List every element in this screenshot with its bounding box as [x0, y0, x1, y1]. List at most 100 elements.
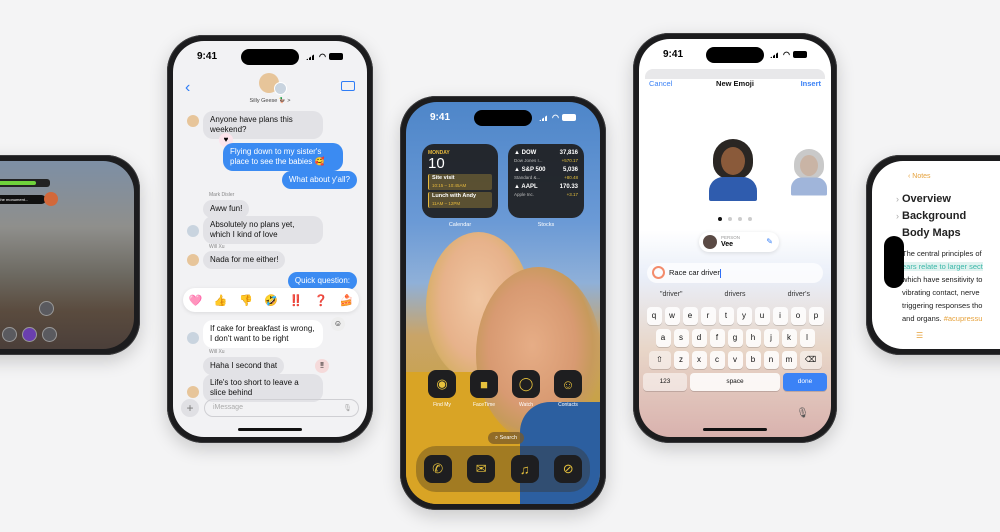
page-dot[interactable] [738, 217, 742, 221]
key-p[interactable]: p [808, 307, 824, 325]
edit-pencil-icon[interactable]: ✎ [766, 237, 773, 246]
game-button-dodge[interactable] [39, 301, 54, 316]
home-search-button[interactable]: ⌕ Search [488, 432, 524, 444]
predictive-suggestion[interactable]: drivers [725, 291, 746, 298]
avatar [187, 225, 199, 237]
key-h[interactable]: h [745, 329, 761, 347]
genmoji-prompt-input[interactable]: Race car driver [647, 263, 823, 283]
avatar [187, 115, 199, 127]
tapback-option[interactable]: 👎 [239, 294, 253, 307]
battery-icon [562, 114, 576, 121]
game-button-swap[interactable] [42, 327, 57, 342]
dictation-mic-icon[interactable]: 🎙 [796, 408, 809, 419]
dock-icon-safari[interactable]: ⊘ [554, 455, 583, 483]
key-l[interactable]: l [799, 329, 815, 347]
app-icon-contacts[interactable]: ☺ [554, 370, 582, 398]
message-bubble[interactable]: Life's too short to leave a slice behind [203, 374, 323, 402]
game-button-jump[interactable] [2, 327, 17, 342]
page-dot[interactable] [718, 217, 722, 221]
key-v[interactable]: v [727, 351, 743, 369]
key-z[interactable]: z [673, 351, 689, 369]
tapback-option[interactable]: ‼️ [289, 294, 303, 307]
genmoji-preview-next[interactable] [791, 149, 827, 196]
key-u[interactable]: u [754, 307, 770, 325]
page-dots[interactable] [639, 217, 831, 221]
key-r[interactable]: r [700, 307, 716, 325]
key-d[interactable]: d [691, 329, 707, 347]
message-bubble[interactable]: Nada for me either! [203, 251, 286, 269]
page-dot[interactable] [748, 217, 752, 221]
collapse-chevron-icon[interactable]: › [896, 194, 899, 204]
game-button-special[interactable] [22, 327, 37, 342]
key-a[interactable]: a [655, 329, 671, 347]
message-bubble[interactable]: What about y'all? [281, 171, 357, 189]
tapback-option[interactable]: 🤣 [264, 294, 278, 307]
note-heading[interactable]: Background [902, 210, 966, 222]
dynamic-island [884, 236, 904, 288]
key-q[interactable]: q [646, 307, 662, 325]
key-c[interactable]: c [709, 351, 725, 369]
dock-icon-mail[interactable]: ✉ [467, 455, 496, 483]
shift-key[interactable]: ⇧ [648, 351, 671, 369]
key-g[interactable]: g [727, 329, 743, 347]
dock-icon-phone[interactable]: ✆ [423, 455, 452, 483]
group-name[interactable]: Silly Geese 🦆 > [173, 98, 367, 104]
home-indicator [703, 428, 767, 431]
predictive-suggestion[interactable]: driver's [788, 291, 810, 298]
key-n[interactable]: n [763, 351, 779, 369]
tapback-option[interactable]: ❓ [314, 294, 328, 307]
collapse-chevron-icon[interactable]: › [896, 211, 899, 221]
message-bubble[interactable]: Haha I second that [203, 357, 285, 375]
key-t[interactable]: t [718, 307, 734, 325]
plus-button[interactable]: + [181, 399, 199, 417]
key-i[interactable]: i [772, 307, 788, 325]
app-icon-facetime[interactable]: ■ [470, 370, 498, 398]
done-key[interactable]: done [783, 373, 827, 391]
predictive-suggestion[interactable]: "driver" [660, 291, 682, 298]
genmoji-preview[interactable] [709, 139, 757, 201]
app-label: FaceTime [472, 402, 496, 408]
tapback-option[interactable]: 🩷 [189, 294, 203, 307]
key-o[interactable]: o [790, 307, 806, 325]
insert-button[interactable]: Insert [801, 79, 821, 88]
key-x[interactable]: x [691, 351, 707, 369]
key-k[interactable]: k [781, 329, 797, 347]
numbers-key[interactable]: 123 [643, 373, 687, 391]
predictive-bar: "driver" drivers driver's [639, 291, 831, 298]
hashtag[interactable]: #acupressu [944, 314, 983, 323]
key-s[interactable]: s [673, 329, 689, 347]
app-icon-watch[interactable]: ◯ [512, 370, 540, 398]
tapback-option[interactable]: 👍 [214, 294, 228, 307]
notes-back-button[interactable]: ‹ Notes [908, 173, 931, 180]
key-j[interactable]: j [763, 329, 779, 347]
checklist-icon[interactable]: ☰ [916, 331, 923, 340]
key-y[interactable]: y [736, 307, 752, 325]
keyboard-row: ⇧ z x c v b n m ⌫ [643, 351, 827, 369]
back-chevron-icon[interactable]: ‹ [185, 79, 190, 97]
message-bubble[interactable]: Absolutely no plans yet, which I kind of… [203, 216, 323, 244]
delete-key[interactable]: ⌫ [799, 351, 822, 369]
calendar-widget[interactable]: MONDAY 10 Site visit 10:15 – 10:45AM Lunc… [422, 144, 498, 218]
person-chip[interactable]: PERSON Vee ✎ [699, 232, 779, 252]
stock-price: 170.33 [559, 184, 578, 190]
space-key[interactable]: space [690, 373, 780, 391]
stocks-widget[interactable]: ▲ DOW Dow Jones I... 37,816 +570.17 ▲ S&P 50… [508, 144, 584, 218]
key-m[interactable]: m [781, 351, 797, 369]
key-b[interactable]: b [745, 351, 761, 369]
note-heading[interactable]: Overview [902, 193, 951, 205]
key-w[interactable]: w [664, 307, 680, 325]
imessage-input[interactable]: iMessage 🎙 [204, 399, 359, 417]
note-text: and organs. [902, 314, 944, 323]
key-f[interactable]: f [709, 329, 725, 347]
mic-icon[interactable]: 🎙 [343, 404, 352, 412]
dock-icon-music[interactable]: ♫ [510, 455, 539, 483]
key-e[interactable]: e [682, 307, 698, 325]
app-icon-find-my[interactable]: ◉ [428, 370, 456, 398]
facetime-video-icon[interactable] [341, 81, 355, 91]
note-body[interactable]: The central principles of ears relate to … [902, 247, 1000, 325]
tapback-option[interactable]: 🍰 [340, 294, 354, 307]
message-bubble[interactable]: If cake for breakfast is wrong, I don't … [203, 320, 323, 348]
page-dot[interactable] [728, 217, 732, 221]
message-bubble[interactable]: Flying down to my sister's place to see … [223, 143, 343, 171]
add-reaction-icon[interactable]: ☺ [331, 317, 345, 331]
